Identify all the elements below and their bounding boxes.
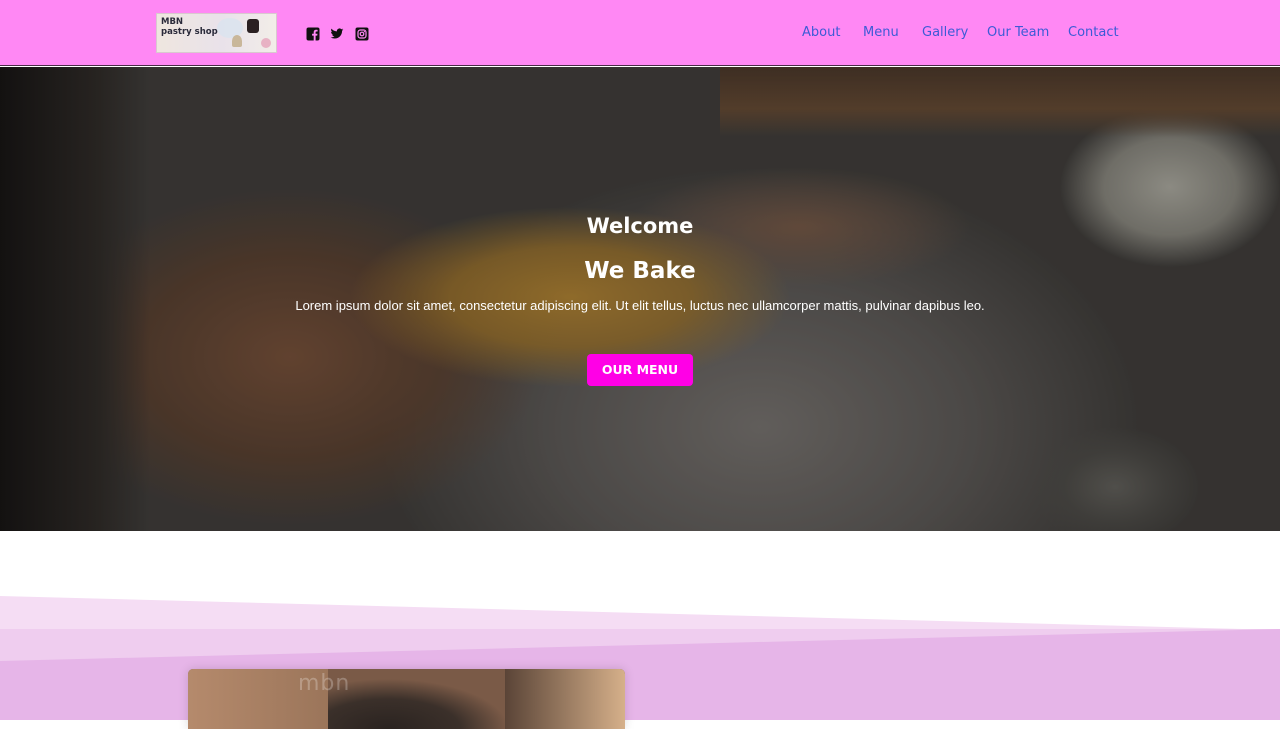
about-image: mbn <box>188 669 625 729</box>
logo-line-2: pastry shop <box>161 27 218 37</box>
nav-menu[interactable]: Menu <box>863 25 899 41</box>
our-menu-button[interactable]: OUR MENU <box>587 354 693 386</box>
nav-contact[interactable]: Contact <box>1068 25 1119 41</box>
facebook-icon[interactable] <box>306 27 320 41</box>
site-header: MBN pastry shop About Menu Gallery Our T… <box>0 0 1280 66</box>
about-image-detail <box>505 669 625 729</box>
logo-text: MBN pastry shop <box>161 17 218 37</box>
hero-section: Welcome We Bake Lorem ipsum dolor sit am… <box>0 67 1280 531</box>
logo-decoration <box>261 38 271 48</box>
hero-subtitle: Welcome <box>586 214 694 238</box>
hero-title: We Bake <box>584 258 696 284</box>
logo-line-1: MBN <box>161 17 184 27</box>
twitter-icon[interactable] <box>330 27 344 41</box>
nav-about[interactable]: About <box>802 25 840 41</box>
hero-text: Lorem ipsum dolor sit amet, consectetur … <box>295 298 985 313</box>
logo-decoration <box>232 35 242 47</box>
about-image-text: mbn <box>298 671 351 696</box>
instagram-icon[interactable] <box>355 27 369 41</box>
nav-gallery[interactable]: Gallery <box>922 25 968 41</box>
nav-our-team[interactable]: Our Team <box>987 25 1049 41</box>
logo[interactable]: MBN pastry shop <box>156 13 277 53</box>
logo-decoration <box>247 19 259 33</box>
